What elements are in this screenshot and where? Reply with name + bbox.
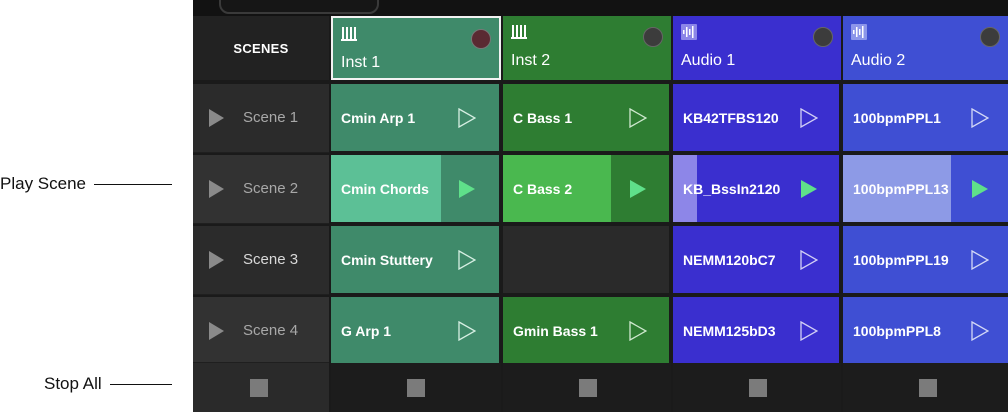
clip-slot-playing[interactable]: Cmin Chords — [331, 155, 499, 222]
clip-slot-playing[interactable]: 100bpmPPL13 — [843, 155, 1008, 222]
clip-slot[interactable]: C Bass 1 — [503, 84, 669, 151]
clip-name: Gmin Bass 1 — [513, 323, 598, 339]
play-outline-icon[interactable] — [800, 321, 818, 341]
clip-slot-playing[interactable]: C Bass 2 — [503, 155, 669, 222]
clip-slot[interactable]: 100bpmPPL8 — [843, 297, 1008, 363]
clip-slot[interactable]: G Arp 1 — [331, 297, 499, 363]
play-outline-icon[interactable] — [971, 250, 989, 270]
top-bar — [193, 0, 1008, 16]
clip-slot[interactable]: 100bpmPPL19 — [843, 226, 1008, 293]
track-header-inst-2[interactable]: Inst 2 — [503, 16, 671, 80]
clip-name: KB42TFBS120 — [683, 110, 779, 126]
clip-name: Cmin Arp 1 — [341, 110, 416, 126]
stop-track-audio-1-button[interactable] — [673, 363, 841, 412]
track-name: Audio 1 — [681, 52, 736, 69]
scenes-header: SCENES — [193, 16, 329, 80]
scene-launch-4[interactable]: Scene 4 — [193, 297, 329, 363]
track-name: Inst 1 — [341, 54, 381, 71]
clip-slot[interactable]: NEMM125bD3 — [673, 297, 839, 363]
empty-clip-slot[interactable] — [503, 226, 669, 293]
clip-name: Cmin Chords — [341, 181, 429, 197]
stop-track-inst-1-button[interactable] — [331, 363, 501, 412]
session-view: SCENES Inst 1 Inst 2 Audio 1 Audio 2 Sce… — [193, 0, 1008, 412]
stop-track-audio-2-button[interactable] — [843, 363, 1008, 412]
clip-name: C Bass 1 — [513, 110, 573, 126]
callout-leader-line — [94, 183, 172, 185]
play-active-icon[interactable] — [458, 179, 476, 199]
play-outline-icon[interactable] — [458, 321, 476, 341]
track-header-audio-1[interactable]: Audio 1 — [673, 16, 841, 80]
scene-launch-1[interactable]: Scene 1 — [193, 84, 329, 153]
clip-name: NEMM120bC7 — [683, 252, 776, 268]
stop-all-button[interactable] — [193, 363, 329, 412]
track-name: Audio 2 — [851, 52, 906, 69]
scene-launch-3[interactable]: Scene 3 — [193, 226, 329, 295]
track-name: Inst 2 — [511, 52, 551, 69]
track-header-audio-2[interactable]: Audio 2 — [843, 16, 1008, 80]
play-outline-icon[interactable] — [800, 108, 818, 128]
clip-slot[interactable]: KB42TFBS120 — [673, 84, 839, 151]
play-active-icon[interactable] — [629, 179, 647, 199]
play-outline-icon[interactable] — [629, 321, 647, 341]
play-outline-icon[interactable] — [458, 250, 476, 270]
clip-slot[interactable]: Cmin Arp 1 — [331, 84, 499, 151]
stop-square-icon — [749, 379, 767, 397]
clip-name: 100bpmPPL1 — [853, 110, 941, 126]
callout-leader-line — [109, 383, 172, 385]
scene-label: Scene 1 — [243, 109, 299, 126]
play-active-icon[interactable] — [971, 179, 989, 199]
play-outline-icon[interactable] — [971, 321, 989, 341]
play-outline-icon[interactable] — [629, 108, 647, 128]
play-outline-icon[interactable] — [971, 108, 989, 128]
stop-square-icon — [407, 379, 425, 397]
play-outline-icon[interactable] — [800, 250, 818, 270]
stop-all-callout: Stop All — [44, 372, 172, 396]
track-header-inst-1[interactable]: Inst 1 — [331, 16, 501, 80]
clip-name: Cmin Stuttery — [341, 252, 433, 268]
clip-slot[interactable]: NEMM120bC7 — [673, 226, 839, 293]
audio-waveform-icon — [681, 24, 697, 40]
play-triangle-icon — [209, 322, 224, 340]
stop-square-icon — [250, 379, 268, 397]
scene-label: Scene 2 — [243, 180, 299, 197]
piano-keys-icon — [511, 25, 527, 39]
clip-name: 100bpmPPL19 — [853, 252, 949, 268]
record-arm-button[interactable] — [980, 27, 1000, 47]
stop-square-icon — [919, 379, 937, 397]
clip-name: 100bpmPPL13 — [853, 181, 949, 197]
play-active-icon[interactable] — [800, 179, 818, 199]
piano-keys-icon — [341, 27, 357, 41]
clip-slot[interactable]: Gmin Bass 1 — [503, 297, 669, 363]
stop-square-icon — [579, 379, 597, 397]
play-triangle-icon — [209, 109, 224, 127]
clip-name: G Arp 1 — [341, 323, 392, 339]
play-triangle-icon — [209, 180, 224, 198]
scene-label: Scene 3 — [243, 251, 299, 268]
top-bar-control[interactable] — [219, 0, 379, 14]
clip-name: NEMM125bD3 — [683, 323, 776, 339]
record-arm-button[interactable] — [471, 29, 491, 49]
play-scene-callout: Play Scene — [0, 172, 172, 196]
clip-slot[interactable]: 100bpmPPL1 — [843, 84, 1008, 151]
scene-label: Scene 4 — [243, 322, 299, 339]
audio-waveform-icon — [851, 24, 867, 40]
stop-all-callout-text: Stop All — [44, 374, 102, 393]
record-arm-button[interactable] — [643, 27, 663, 47]
play-triangle-icon — [209, 251, 224, 269]
clip-name: C Bass 2 — [513, 181, 573, 197]
clip-name: KB_BssIn2120 — [683, 181, 781, 197]
stop-track-inst-2-button[interactable] — [503, 363, 671, 412]
play-scene-callout-text: Play Scene — [0, 174, 86, 193]
clip-name: 100bpmPPL8 — [853, 323, 941, 339]
play-outline-icon[interactable] — [458, 108, 476, 128]
clip-slot[interactable]: Cmin Stuttery — [331, 226, 499, 293]
scene-launch-2[interactable]: Scene 2 — [193, 155, 329, 224]
clip-slot-playing[interactable]: KB_BssIn2120 — [673, 155, 839, 222]
record-arm-button[interactable] — [813, 27, 833, 47]
